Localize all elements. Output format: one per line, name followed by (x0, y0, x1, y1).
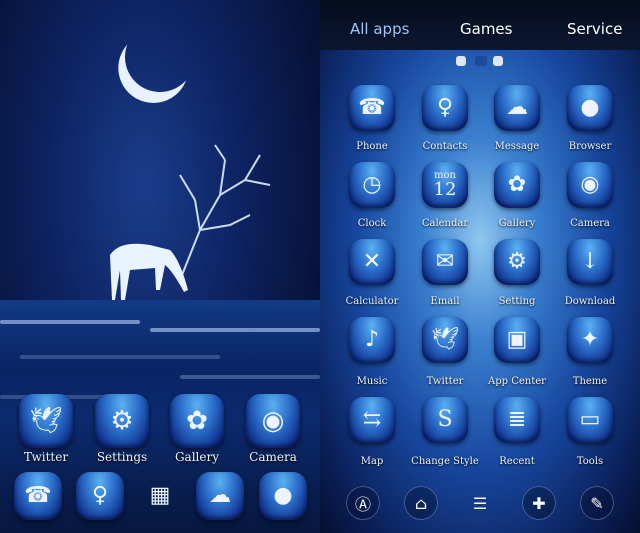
app-icon-message[interactable]: ☁ (494, 85, 540, 131)
gamepad-button[interactable]: ✚ (522, 486, 556, 520)
app-icon-recent[interactable]: ≣ (494, 397, 540, 443)
app-icon-twitter[interactable]: 🕊 (422, 317, 468, 363)
calculator-icon: ✕ (362, 249, 382, 274)
app-icon-download[interactable]: ↓ (567, 239, 613, 285)
broom-clean-icon: ✎ (590, 493, 604, 513)
app-icon-map[interactable]: ⇆ (349, 397, 395, 443)
glowing-deer (110, 144, 271, 300)
browser-moon-icon: ● (273, 483, 293, 508)
tab-games[interactable]: Games (460, 20, 512, 38)
style-s-icon: S (437, 407, 453, 432)
dock-app-drawer[interactable]: ▦ (136, 472, 184, 520)
daisy-icon: ✿ (186, 406, 208, 436)
page-dot[interactable] (493, 56, 503, 66)
app-label: Tools (576, 456, 604, 467)
scroll-icon: ≣ (507, 407, 527, 432)
owl-camera-icon: ◉ (261, 406, 285, 436)
app-icon-calendar[interactable]: mon 12 (422, 162, 468, 208)
app-icon-change-style[interactable]: S (422, 397, 468, 443)
page-dot[interactable] (456, 56, 466, 66)
app-label: Camera (249, 450, 297, 464)
app-drawer-icon: ▦ (149, 483, 171, 508)
app-icon-camera[interactable]: ◉ (246, 394, 300, 448)
app-label: Theme (572, 376, 608, 387)
drawer-tab-bar: All apps Games Service (320, 0, 640, 50)
menu-button[interactable]: ☰ (463, 486, 497, 520)
phone-icon: ☎ (358, 95, 386, 120)
twitter-bird-icon: 🕊 (431, 327, 459, 352)
browser-moon-icon: ● (580, 95, 600, 120)
dock-browser-moon[interactable]: ● (259, 472, 307, 520)
app-label: Browser (568, 141, 612, 152)
app-drawer: All apps Games Service ☎ Phone ♀ Contacts ☁ M… (320, 0, 640, 533)
owl-camera-icon: ◉ (580, 172, 600, 197)
app-icon-tools[interactable]: ▭ (567, 397, 613, 443)
app-icon-app-center[interactable]: ▣ (494, 317, 540, 363)
app-icon-camera[interactable]: ◉ (567, 162, 613, 208)
gamepad-icon: ✚ (532, 493, 546, 513)
signpost-icon: ⇆ (362, 407, 382, 432)
message-tree-icon: ☁ (209, 483, 231, 508)
android-store-icon: ⌂ (414, 493, 428, 513)
app-icon-calculator[interactable]: ✕ (349, 239, 395, 285)
app-icon-clock[interactable]: ◷ (349, 162, 395, 208)
search-a-button[interactable]: Ⓐ (346, 486, 380, 520)
tab-service[interactable]: Service (567, 20, 622, 38)
theme-reindeer-icon: ✦ (580, 327, 600, 352)
app-icon-browser[interactable]: ● (567, 85, 613, 131)
dock-message-tree[interactable]: ☁ (196, 472, 244, 520)
gear-flower-icon: ⚙ (110, 406, 134, 436)
search-a-icon: Ⓐ (354, 495, 371, 514)
message-tree-icon: ☁ (506, 95, 528, 120)
calendar-date: 12 (433, 179, 457, 200)
daisy-icon: ✿ (507, 172, 527, 197)
app-icon-theme[interactable]: ✦ (567, 317, 613, 363)
app-label: Download (564, 296, 616, 307)
dock-contacts-fairy[interactable]: ♀ (76, 472, 124, 520)
app-icon-setting[interactable]: ⚙ (494, 239, 540, 285)
crescent-moon (115, 12, 205, 102)
contacts-fairy-icon: ♀ (436, 95, 454, 120)
envelope-icon: ✉ (435, 249, 455, 274)
toolbox-icon: ▭ (579, 407, 601, 432)
twitter-bird-icon: 🕊 (29, 406, 63, 436)
android-store-button[interactable]: ⌂ (404, 486, 438, 520)
page-dot-active[interactable] (475, 56, 487, 66)
contacts-fairy-icon: ♀ (91, 483, 109, 508)
tab-all-apps[interactable]: All apps (350, 20, 409, 38)
app-icon-twitter[interactable]: 🕊 (19, 394, 73, 448)
home-screen: 🕊 Twitter ⚙ Settings ✿ Gallery ◉ Camera ☎ ♀ ▦ ☁ ● (0, 0, 320, 533)
app-icon-contacts[interactable]: ♀ (422, 85, 468, 131)
dock-phone[interactable]: ☎ (14, 472, 62, 520)
broom-clean-button[interactable]: ✎ (580, 486, 614, 520)
app-icon-music[interactable]: ♪ (349, 317, 395, 363)
download-arrow-icon: ↓ (580, 249, 600, 274)
music-lily-icon: ♪ (364, 327, 380, 352)
app-icon-email[interactable]: ✉ (422, 239, 468, 285)
clock-icon: ◷ (362, 172, 382, 197)
app-icon-gallery[interactable]: ✿ (170, 394, 224, 448)
app-label: Camera (570, 218, 610, 229)
calendar-icon: mon 12 (434, 171, 457, 199)
app-icon-settings[interactable]: ⚙ (95, 394, 149, 448)
shopping-bag-icon: ▣ (506, 327, 528, 352)
app-icon-gallery[interactable]: ✿ (494, 162, 540, 208)
menu-icon: ☰ (472, 493, 488, 513)
gear-flower-icon: ⚙ (507, 249, 527, 274)
app-icon-phone[interactable]: ☎ (349, 85, 395, 131)
phone-icon: ☎ (24, 483, 52, 508)
